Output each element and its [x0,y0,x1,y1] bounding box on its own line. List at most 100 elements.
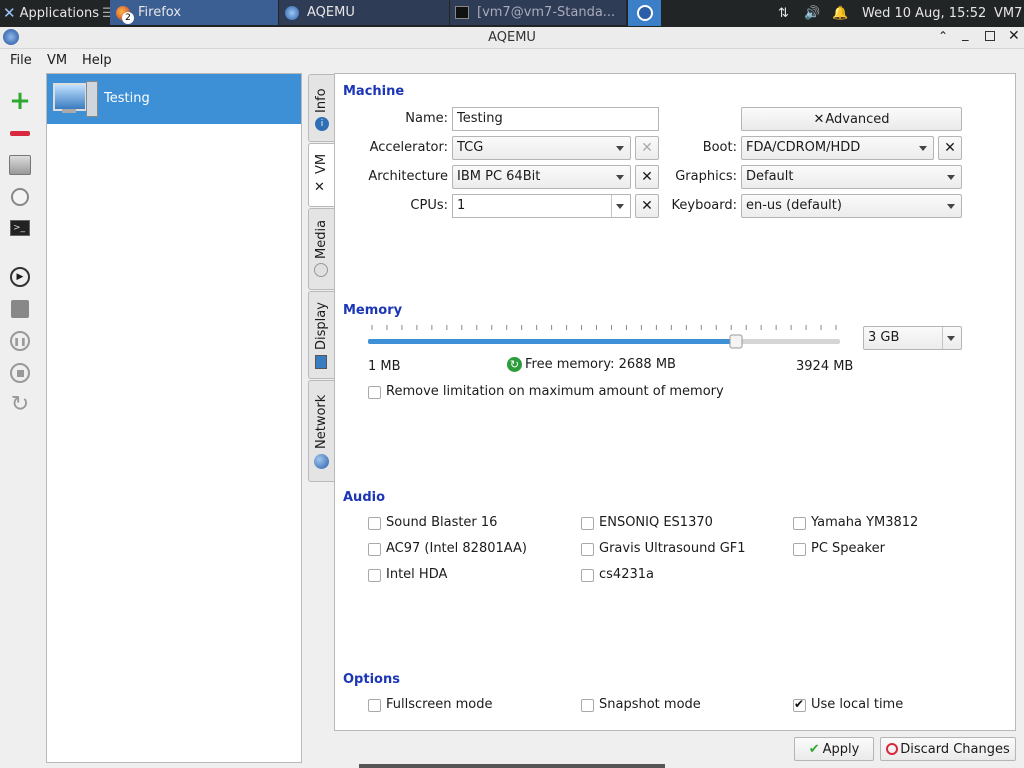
ac97-checkbox[interactable] [368,543,381,556]
architecture-select[interactable]: IBM PC 64Bit [452,165,631,189]
remove-limit-label[interactable]: Remove limitation on maximum amount of m… [386,384,724,399]
network-tray-icon[interactable]: ⇅ [778,0,796,26]
display-icon [315,355,327,369]
taskbar: ✕ Applications ☰ 2 Firefox AQEMU [vm7@vm… [0,0,1024,27]
cpus-label: CPUs: [410,198,448,213]
info-icon: i [315,117,329,131]
taskbar-window-aqemu[interactable]: AQEMU [279,0,449,26]
menu-help[interactable]: Help [82,53,112,68]
save-vm-button[interactable] [6,296,34,322]
tab-network[interactable]: Network [308,380,334,482]
maximize-icon[interactable] [985,31,995,41]
sound-blaster-checkbox[interactable] [368,517,381,530]
chevron-down-icon [919,146,927,151]
cdrom-icon [314,263,328,277]
gravis-checkbox[interactable] [581,543,594,556]
chevron-down-icon [616,146,624,151]
ensoniq-checkbox[interactable] [581,517,594,530]
user-menu[interactable]: VM7 [994,0,1024,26]
pause-icon: ❚❚ [10,331,30,351]
xfce-logo-icon: ✕ [3,4,16,22]
horizontal-scrollbar[interactable] [359,764,665,768]
vm-list-item[interactable]: Testing [47,74,301,124]
options-section-title: Options [343,672,400,687]
chevron-down-icon [947,175,955,180]
window-menu-icon[interactable]: ⌃ [938,29,948,43]
cpus-spinbox[interactable]: 1 [452,194,631,218]
architecture-label: Architecture [368,169,448,184]
terminal-icon: >_ [10,220,30,236]
yamaha-checkbox[interactable] [793,517,806,530]
stop-icon [10,363,30,383]
pause-vm-button[interactable]: ❚❚ [6,328,34,354]
chevron-down-icon [947,204,955,209]
discard-icon [886,743,899,755]
cs4231a-checkbox[interactable] [581,569,594,582]
taskbar-window-firefox[interactable]: 2 Firefox [110,0,278,26]
window-titlebar[interactable]: AQEMU ⌃ _ ✕ [0,27,1024,49]
memory-slider-handle[interactable] [729,334,743,349]
boot-settings-button[interactable]: ✕ [938,136,962,160]
intel-hda-checkbox[interactable] [368,569,381,582]
accelerator-label: Accelerator: [369,140,448,155]
taskbar-window-qemu[interactable] [628,0,661,26]
memory-slider[interactable] [365,322,855,350]
wrench-icon: ✕ [813,111,825,127]
fullscreen-checkbox[interactable] [368,699,381,712]
menu-vm[interactable]: VM [47,53,67,68]
memory-min-label: 1 MB [368,359,401,374]
start-vm-button[interactable]: ▶ [6,264,34,290]
snapshot-checkbox[interactable] [581,699,594,712]
name-field[interactable]: Testing [452,107,659,131]
add-vm-button[interactable]: + [6,88,34,114]
pc-speaker-checkbox[interactable] [793,543,806,556]
minimize-icon[interactable]: _ [962,27,969,42]
applications-menu[interactable]: ✕ Applications ☰ [0,0,110,26]
hard-disk-button[interactable] [6,152,34,178]
local-time-checkbox[interactable] [793,697,806,712]
wrench-icon: ✕ [314,180,325,195]
remove-vm-icon [10,130,30,136]
graphics-select[interactable]: Default [741,165,962,189]
accelerator-select[interactable]: TCG [452,136,631,160]
tab-info[interactable]: Info i [308,74,334,142]
clock[interactable]: Wed 10 Aug, 15:52 [862,0,990,26]
stop-vm-button[interactable] [6,360,34,386]
graphics-label: Graphics: [675,169,737,184]
firefox-icon: 2 [116,5,134,24]
menu-file[interactable]: File [10,53,32,68]
discard-changes-button[interactable]: Discard Changes [880,737,1016,761]
tab-vm[interactable]: VM ✕ [308,143,335,207]
memory-size-select[interactable]: 3 GB [863,326,962,350]
vm-list[interactable]: Testing [46,73,302,763]
audio-section-title: Audio [343,490,386,505]
vm-settings-panel: Machine Name: Testing ✕ Advanced Accelera… [334,73,1016,731]
tab-media[interactable]: Media [308,208,334,290]
notifications-bell-icon[interactable]: 🔔 [832,0,848,26]
apply-button[interactable]: ✔ Apply [794,737,874,761]
reset-icon: ↻ [10,392,30,417]
memory-slider-fill [368,339,736,344]
memory-section-title: Memory [343,303,403,318]
taskbar-window-terminal[interactable]: [vm7@vm7-Standa... [450,0,626,26]
terminal-button[interactable]: >_ [6,215,34,241]
terminal-icon [455,6,469,19]
close-icon[interactable]: ✕ [1008,28,1020,44]
refresh-icon[interactable]: ↻ [507,357,522,372]
advanced-button[interactable]: ✕ Advanced [741,107,962,131]
remove-limit-checkbox[interactable] [368,386,381,399]
keyboard-select[interactable]: en-us (default) [741,194,962,218]
reset-vm-button[interactable]: ↻ [6,392,34,418]
menubar: File VM Help [0,50,1024,72]
checkmark-icon: ✔ [808,741,820,757]
aqemu-icon [285,5,299,20]
boot-select[interactable]: FDA/CDROM/HDD [741,136,934,160]
snapshot-button[interactable] [6,184,34,210]
machine-section-title: Machine [343,84,405,99]
volume-tray-icon[interactable]: 🔊 [804,0,824,26]
network-globe-icon [314,454,329,469]
remove-vm-button[interactable] [6,120,34,146]
add-vm-icon: + [9,86,31,116]
tab-display[interactable]: Display [308,291,334,379]
qemu-icon [636,5,653,21]
